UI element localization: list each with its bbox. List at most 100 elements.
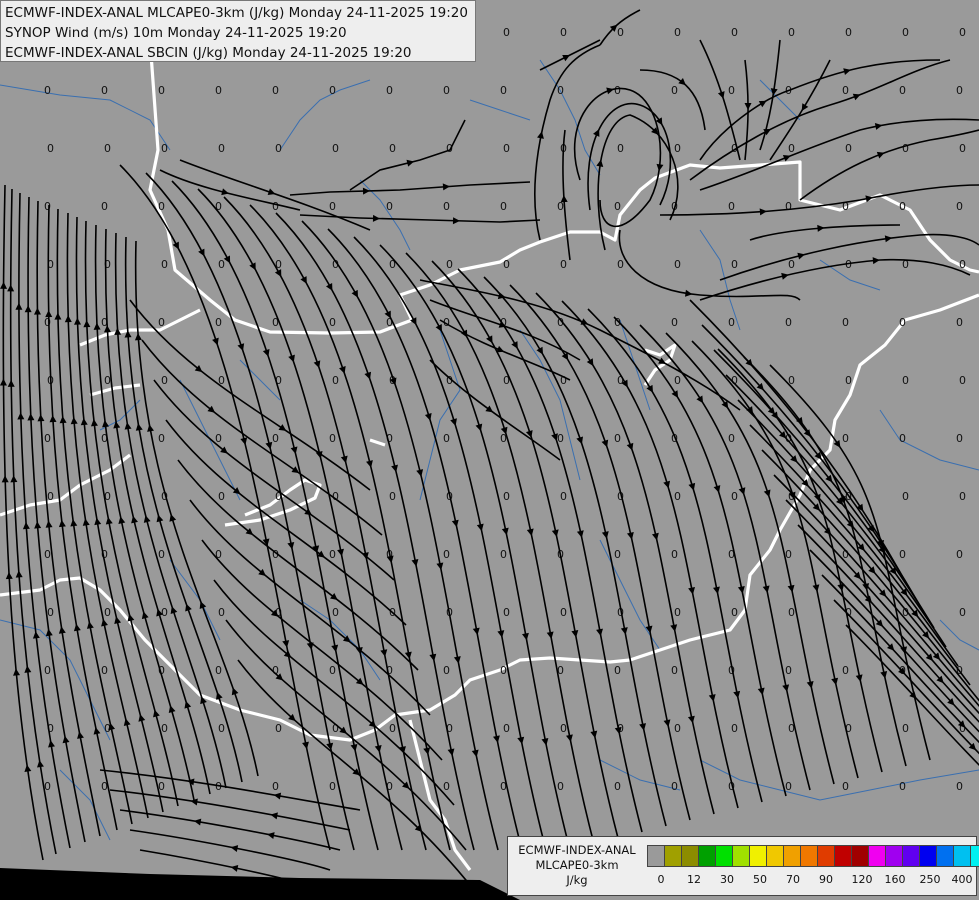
- legend-tick: 50: [753, 873, 767, 886]
- wind-arrowhead: [0, 281, 8, 289]
- river: [279, 79, 371, 151]
- grid-value-label: 0: [329, 200, 336, 213]
- grid-value-label: 0: [47, 606, 54, 619]
- grid-value-label: 0: [47, 490, 54, 503]
- wind-arrowhead: [59, 416, 67, 424]
- legend-tick: 70: [786, 873, 800, 886]
- grid-value-label: 0: [329, 84, 336, 97]
- legend-swatch: [886, 845, 903, 867]
- wind-streamline: [483, 276, 667, 827]
- grid-value-label: 0: [218, 722, 225, 735]
- grid-value-label: 0: [500, 548, 507, 561]
- grid-value-label: 0: [560, 258, 567, 271]
- country-border: [643, 343, 677, 386]
- grid-value-label: 0: [899, 316, 906, 329]
- color-legend: ECMWF-INDEX-ANAL MLCAPE0-3km J/kg 0 12 30 5…: [507, 836, 979, 896]
- wind-arrowhead: [231, 687, 239, 696]
- grid-value-label: 0: [560, 490, 567, 503]
- grid-value-label: 0: [674, 606, 681, 619]
- legend-swatch: [818, 845, 835, 867]
- wind-arrowhead: [1, 475, 9, 483]
- legend-swatch: [665, 845, 682, 867]
- legend-swatch: [937, 845, 954, 867]
- grid-value-label: 0: [329, 548, 336, 561]
- map-view: 0 0 0 0 0 0 0 0 0 0 0 0 0 0 0 0 0 0 0 0 0 0 0 0 0 0 0 0 0 0 0 0 0 0 0 0 0 0 0 0…: [0, 0, 979, 900]
- grid-value-label: 0: [902, 490, 909, 503]
- grid-value-label: 0: [500, 664, 507, 677]
- wind-streamline: [689, 299, 911, 591]
- title-cape: ECMWF-INDEX-ANAL MLCAPE0-3km (J/kg) Mond…: [5, 5, 468, 21]
- grid-value-label: 0: [959, 490, 966, 503]
- wind-arrowhead: [34, 521, 42, 529]
- grid-value-label: 0: [614, 84, 621, 97]
- legend-swatch: [648, 845, 665, 867]
- grid-value-label: 0: [329, 432, 336, 445]
- wind-arrowhead: [93, 322, 101, 330]
- grid-value-label: 0: [560, 606, 567, 619]
- legend-swatch: [801, 845, 818, 867]
- legend-label-param: MLCAPE0-3km: [535, 858, 619, 872]
- wind-arrowhead: [671, 390, 679, 398]
- wind-streamline: [717, 348, 883, 773]
- wind-streamline: [699, 118, 979, 191]
- wind-arrowhead: [237, 343, 245, 351]
- wind-arrowhead: [267, 188, 276, 196]
- grid-value-label: 0: [104, 374, 111, 387]
- grid-value-label: 0: [902, 722, 909, 735]
- grid-value-label: 0: [842, 84, 849, 97]
- grid-value-label: 0: [614, 780, 621, 793]
- grid-value-label: 0: [332, 142, 339, 155]
- wind-arrowhead: [24, 665, 32, 673]
- wind-streamline: [659, 184, 979, 216]
- wind-arrowhead: [717, 91, 725, 99]
- wind-arrowhead: [797, 252, 805, 260]
- country-border: [369, 438, 386, 447]
- legend-label-unit: J/kg: [566, 873, 588, 887]
- wind-streamline: [699, 258, 971, 301]
- wind-arrowhead: [223, 255, 231, 264]
- grid-value-label: 0: [503, 258, 510, 271]
- grid-value-label: 0: [389, 142, 396, 155]
- wind-arrowhead: [586, 358, 594, 367]
- grid-value-label: 0: [728, 200, 735, 213]
- wind-streamline: [761, 449, 979, 702]
- grid-value-label: 0: [845, 26, 852, 39]
- grid-value-label: 0: [161, 722, 168, 735]
- legend-tick: 120: [851, 873, 873, 886]
- wind-streamline: [691, 340, 859, 779]
- wind-streamline: [237, 659, 479, 896]
- grid-value-label: 0: [158, 548, 165, 561]
- wind-arrowhead: [168, 705, 176, 713]
- grid-value-label: 0: [728, 84, 735, 97]
- wind-streamline: [249, 204, 451, 851]
- wind-arrowhead: [450, 418, 457, 426]
- wind-arrowhead: [424, 412, 432, 421]
- wind-arrowhead: [102, 420, 110, 428]
- wind-arrowhead: [663, 480, 671, 489]
- wind-arrowhead: [22, 522, 30, 530]
- wind-streamline: [379, 244, 571, 851]
- wind-arrowhead: [37, 414, 45, 422]
- grid-value-label: 0: [788, 142, 795, 155]
- grid-value-label: 0: [899, 200, 906, 213]
- grid-value-label: 0: [503, 26, 510, 39]
- legend-swatch: [869, 845, 886, 867]
- grid-value-label: 0: [500, 84, 507, 97]
- legend-swatch: [835, 845, 852, 867]
- wind-arrowhead: [15, 570, 23, 578]
- wind-arrowhead: [626, 442, 634, 451]
- grid-value-label: 0: [386, 84, 393, 97]
- grid-value-label: 0: [899, 84, 906, 97]
- legend-label: ECMWF-INDEX-ANAL MLCAPE0-3km J/kg: [512, 843, 642, 888]
- grid-value-label: 0: [614, 432, 621, 445]
- grid-value-label: 0: [956, 84, 963, 97]
- wind-streamline: [769, 59, 831, 161]
- wind-arrowhead: [169, 514, 177, 522]
- grid-value-label: 0: [959, 26, 966, 39]
- grid-value-label: 0: [845, 374, 852, 387]
- grid-value-label: 0: [503, 490, 510, 503]
- grid-value-label: 0: [674, 258, 681, 271]
- grid-value-label: 0: [671, 664, 678, 677]
- grid-value-label: 0: [44, 548, 51, 561]
- wind-arrowhead: [10, 475, 18, 483]
